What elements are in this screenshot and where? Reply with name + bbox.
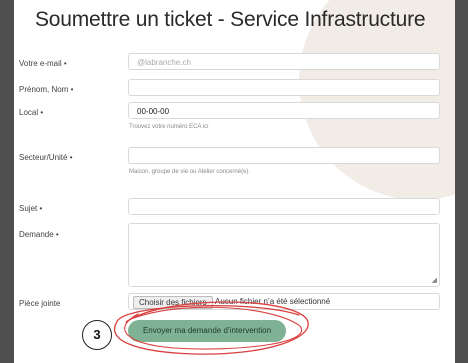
local-hint: Trouvez votre numéro ECA ici	[129, 124, 209, 130]
email-field[interactable]: @labranche.ch	[128, 53, 440, 70]
form-card: Soumettre un ticket - Service Infrastruc…	[14, 0, 455, 363]
submit-button[interactable]: Envoyer ma demande d’intervention	[128, 320, 286, 342]
name-label: Prénom, Nom •	[19, 85, 74, 94]
attachment-label: Pièce jointe	[19, 299, 61, 308]
local-label: Local •	[19, 108, 44, 117]
request-textarea[interactable]: ◢	[128, 223, 440, 287]
file-input[interactable]: Choisir des fichiers Aucun fichier n’a é…	[128, 293, 440, 310]
no-file-text: Aucun fichier n’a été sélectionné	[215, 297, 331, 306]
request-label: Demande •	[19, 230, 59, 239]
resize-handle-icon[interactable]: ◢	[432, 277, 437, 284]
name-field[interactable]	[128, 79, 440, 96]
subject-field[interactable]	[128, 198, 440, 215]
email-label: Votre e-mail •	[19, 59, 67, 68]
sector-label: Secteur/Unité •	[19, 153, 73, 162]
page-title: Soumettre un ticket - Service Infrastruc…	[35, 8, 426, 31]
step-marker: 3	[82, 320, 112, 350]
sector-field[interactable]	[128, 147, 440, 164]
sector-hint: Maison, groupe de vie ou Atelier concern…	[129, 169, 251, 175]
subject-label: Sujet •	[19, 204, 43, 213]
local-field[interactable]: 00-00-00	[128, 102, 440, 119]
choose-files-button[interactable]: Choisir des fichiers	[133, 296, 213, 309]
